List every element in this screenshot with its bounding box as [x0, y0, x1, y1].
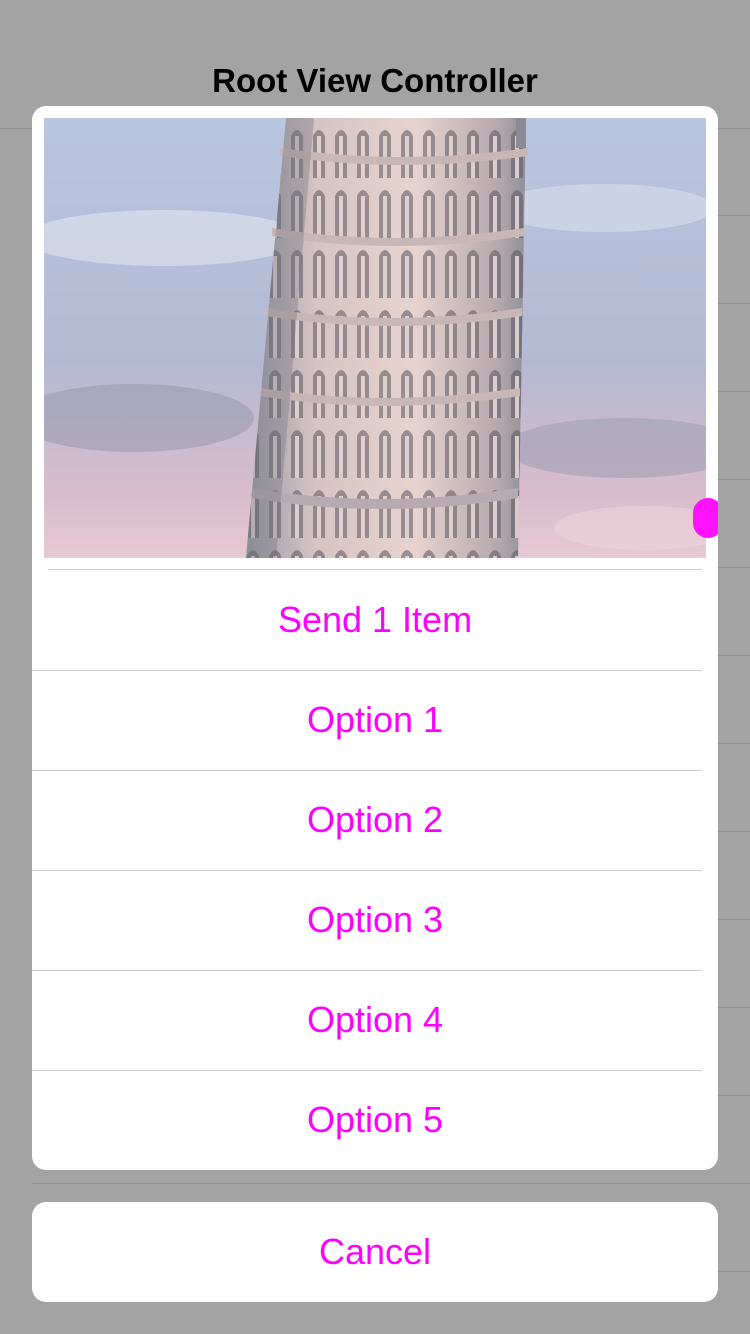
image-preview[interactable]: [44, 118, 706, 558]
table-separator: [32, 1183, 750, 1184]
option-4-button[interactable]: Option 4: [32, 970, 718, 1070]
tower-photo: [44, 118, 706, 558]
option-3-button[interactable]: Option 3: [32, 870, 718, 970]
option-2-button[interactable]: Option 2: [32, 770, 718, 870]
nav-title: Root View Controller: [212, 62, 538, 99]
option-1-button[interactable]: Option 1: [32, 670, 718, 770]
selection-indicator[interactable]: [693, 498, 718, 538]
send-item-button[interactable]: Send 1 Item: [32, 570, 718, 670]
action-sheet: Send 1 Item Option 1 Option 2 Option 3 O…: [32, 106, 718, 1170]
action-list: Send 1 Item Option 1 Option 2 Option 3 O…: [32, 570, 718, 1170]
option-5-button[interactable]: Option 5: [32, 1070, 718, 1170]
cancel-button[interactable]: Cancel: [32, 1202, 718, 1302]
